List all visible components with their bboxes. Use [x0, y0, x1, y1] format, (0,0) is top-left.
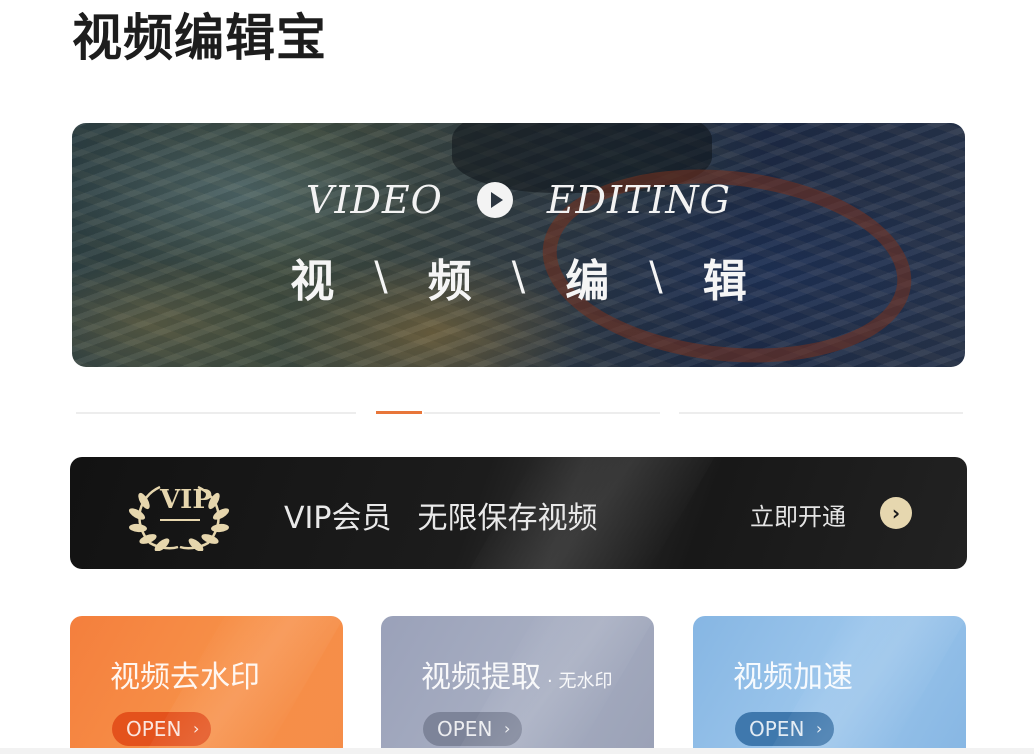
open-label: OPEN [749, 717, 805, 741]
open-button[interactable]: OPEN › [112, 712, 212, 746]
banner-cn-char: 辑 [702, 256, 747, 307]
banner-separator: \ [374, 254, 388, 300]
carousel-dot-active[interactable] [376, 411, 422, 414]
card-title: 视频加速 [733, 660, 853, 695]
banner-cn-char: 频 [427, 256, 472, 307]
card-subtitle: · 无水印 [547, 671, 613, 692]
vip-subtitle: 无限保存视频 [417, 501, 598, 536]
chevron-right-icon: › [504, 719, 511, 738]
vip-activate-link[interactable]: 立即开通 [750, 497, 846, 532]
vip-slogan: VIP会员 无限保存视频 [284, 493, 597, 537]
vip-badge-underline [160, 519, 200, 521]
chevron-right-icon[interactable]: › [880, 497, 912, 529]
open-button[interactable]: OPEN › [423, 712, 523, 746]
banner-english-heading: VIDEO EDITING [72, 178, 965, 222]
carousel-track-right [679, 412, 963, 414]
card-title: 视频去水印 [110, 660, 260, 695]
card-speed-up[interactable]: 视频加速 OPEN › [693, 616, 966, 754]
card-extract-video[interactable]: 视频提取 · 无水印 OPEN › [381, 616, 654, 754]
banner-en-left: VIDEO [306, 178, 443, 222]
vip-title: VIP会员 [284, 501, 392, 536]
open-label: OPEN [126, 717, 182, 741]
banner-separator: \ [511, 254, 526, 300]
vip-badge-label: VIP [160, 485, 212, 515]
vip-banner[interactable]: VIP VIP会员 无限保存视频 立即开通 › [70, 457, 967, 569]
page-title: 视频编辑宝 [72, 9, 327, 67]
banner-cn-char: 编 [565, 256, 610, 307]
hero-banner[interactable]: VIDEO EDITING 视 \ 频 \ 编 \ 辑 [72, 123, 965, 367]
carousel-track-left [76, 412, 356, 414]
chevron-right-icon: › [816, 719, 823, 738]
card-remove-watermark[interactable]: 视频去水印 OPEN › [70, 616, 343, 754]
open-button[interactable]: OPEN › [735, 712, 835, 746]
open-label: OPEN [437, 717, 493, 741]
card-title: 视频提取 [421, 660, 541, 695]
card-title-wrap: 视频提取 · 无水印 [421, 652, 612, 696]
banner-cn-char: 视 [290, 256, 335, 307]
vip-laurel-badge: VIP [120, 481, 238, 552]
banner-separator: \ [649, 254, 663, 300]
app-page: 视频编辑宝 VIDEO EDITING 视 \ 频 \ 编 \ 辑 VIP VI… [0, 0, 1034, 754]
chevron-right-icon: › [193, 719, 200, 738]
play-icon[interactable] [476, 182, 513, 218]
bottom-divider [0, 748, 1034, 754]
carousel-track-middle [424, 412, 660, 414]
banner-en-right: EDITING [546, 178, 731, 222]
banner-chinese-heading: 视 \ 频 \ 编 \ 辑 [72, 245, 965, 309]
